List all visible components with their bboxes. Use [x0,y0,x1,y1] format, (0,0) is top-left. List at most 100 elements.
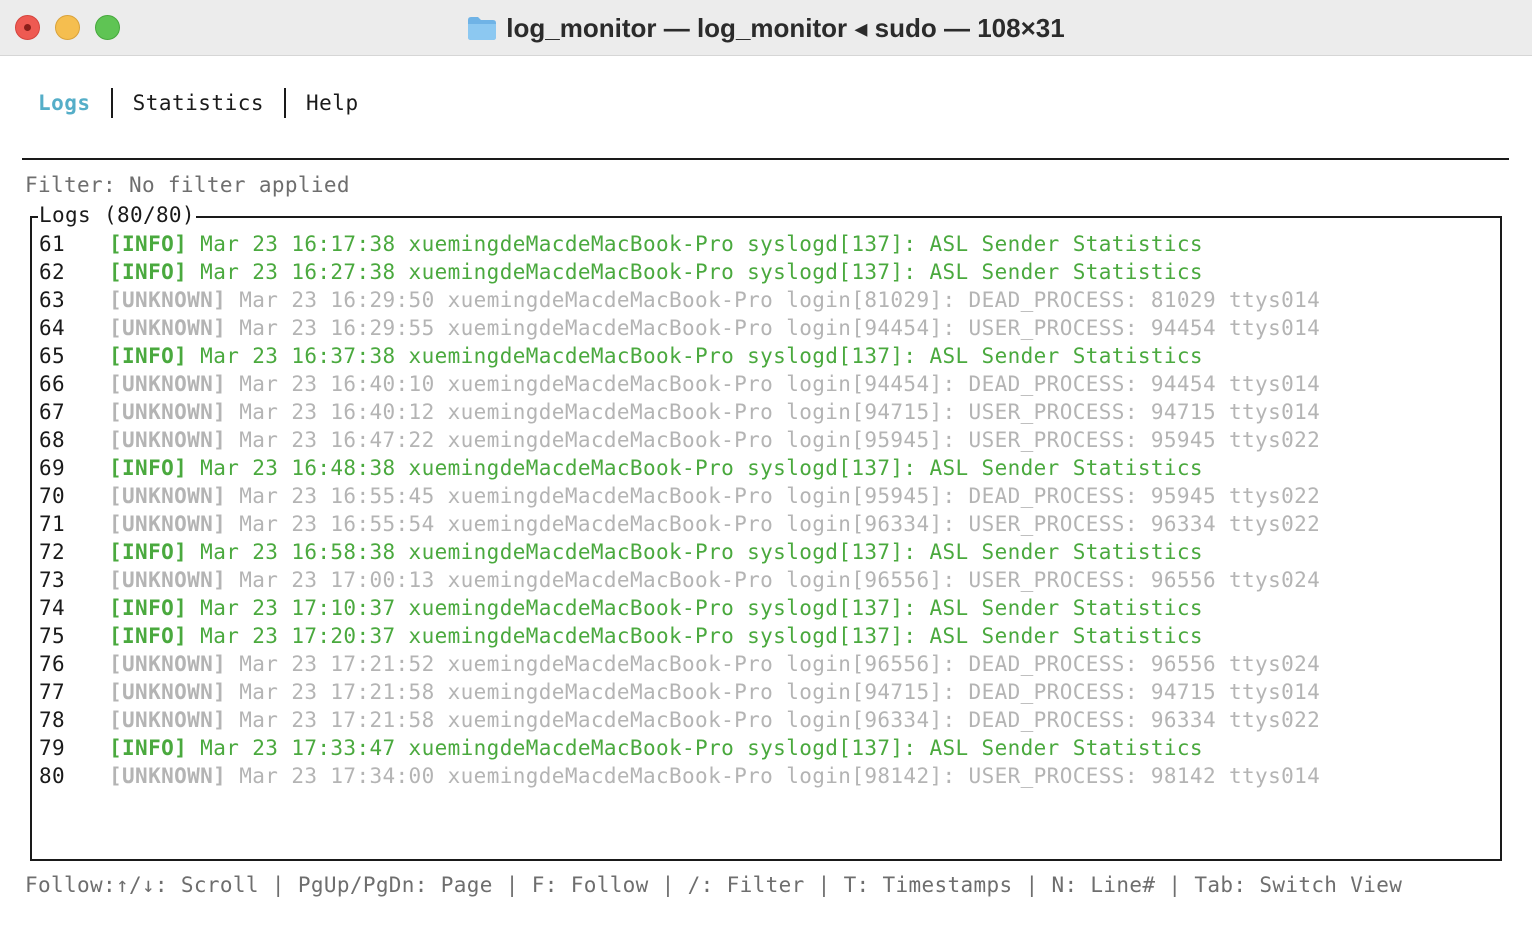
log-level: [UNKNOWN] [109,764,227,788]
log-message: Mar 23 16:27:38 xuemingdeMacdeMacBook-Pr… [200,260,1203,284]
log-row: 71 [UNKNOWN] Mar 23 16:55:54 xuemingdeMac… [39,510,1320,538]
log-row: 67 [UNKNOWN] Mar 23 16:40:12 xuemingdeMac… [39,398,1320,426]
log-row: 77 [UNKNOWN] Mar 23 17:21:58 xuemingdeMac… [39,678,1320,706]
log-row: 68 [UNKNOWN] Mar 23 16:47:22 xuemingdeMac… [39,426,1320,454]
line-number: 78 [39,708,66,732]
log-message: Mar 23 17:21:52 xuemingdeMacdeMacBook-Pr… [239,652,1321,676]
terminal-window: log_monitor — log_monitor ◂ sudo — 108×3… [0,0,1532,938]
log-row: 74 [INFO] Mar 23 17:10:37 xuemingdeMacdeM… [39,594,1320,622]
log-message: Mar 23 17:00:13 xuemingdeMacdeMacBook-Pr… [239,568,1321,592]
log-message: Mar 23 16:40:12 xuemingdeMacdeMacBook-Pr… [239,400,1321,424]
log-row: 76 [UNKNOWN] Mar 23 17:21:52 xuemingdeMac… [39,650,1320,678]
line-number: 67 [39,400,66,424]
log-level: [INFO] [109,736,188,760]
log-level: [INFO] [109,624,188,648]
title-bar[interactable]: log_monitor — log_monitor ◂ sudo — 108×3… [0,0,1532,56]
log-row: 66 [UNKNOWN] Mar 23 16:40:10 xuemingdeMac… [39,370,1320,398]
line-number: 63 [39,288,66,312]
line-number: 73 [39,568,66,592]
log-row: 63 [UNKNOWN] Mar 23 16:29:50 xuemingdeMac… [39,286,1320,314]
log-level: [INFO] [109,260,188,284]
log-level: [INFO] [109,596,188,620]
log-message: Mar 23 16:55:45 xuemingdeMacdeMacBook-Pr… [239,484,1321,508]
log-level: [UNKNOWN] [109,400,227,424]
line-number: 64 [39,316,66,340]
line-number: 69 [39,456,66,480]
log-message: Mar 23 16:55:54 xuemingdeMacdeMacBook-Pr… [239,512,1321,536]
tab-statistics[interactable]: Statistics [133,91,264,115]
log-row: 80 [UNKNOWN] Mar 23 17:34:00 xuemingdeMac… [39,762,1320,790]
log-row: 64 [UNKNOWN] Mar 23 16:29:55 xuemingdeMac… [39,314,1320,342]
line-number: 76 [39,652,66,676]
line-number: 62 [39,260,66,284]
divider [22,158,1509,160]
line-number: 80 [39,764,66,788]
log-message: Mar 23 16:40:10 xuemingdeMacdeMacBook-Pr… [239,372,1321,396]
tab-separator [110,88,113,118]
logs-panel[interactable]: Logs (80/80) 61 [INFO] Mar 23 16:17:38 xu… [30,203,1502,861]
log-message: Mar 23 16:29:50 xuemingdeMacdeMacBook-Pr… [239,288,1321,312]
filter-status: Filter: No filter applied [25,173,350,197]
log-level: [UNKNOWN] [109,372,227,396]
log-row: 62 [INFO] Mar 23 16:27:38 xuemingdeMacdeM… [39,258,1320,286]
folder-icon [467,15,497,41]
line-number: 66 [39,372,66,396]
keybinding-help: Follow:↑/↓: Scroll | PgUp/PgDn: Page | F… [25,873,1403,897]
log-message: Mar 23 17:20:37 xuemingdeMacdeMacBook-Pr… [200,624,1203,648]
log-row: 78 [UNKNOWN] Mar 23 17:21:58 xuemingdeMac… [39,706,1320,734]
log-message: Mar 23 16:37:38 xuemingdeMacdeMacBook-Pr… [200,344,1203,368]
window-title: log_monitor — log_monitor ◂ sudo — 108×3… [506,12,1065,43]
log-level: [UNKNOWN] [109,484,227,508]
log-row: 79 [INFO] Mar 23 17:33:47 xuemingdeMacdeM… [39,734,1320,762]
log-message: Mar 23 17:21:58 xuemingdeMacdeMacBook-Pr… [239,708,1321,732]
log-row: 72 [INFO] Mar 23 16:58:38 xuemingdeMacdeM… [39,538,1320,566]
line-number: 61 [39,232,66,256]
log-message: Mar 23 16:58:38 xuemingdeMacdeMacBook-Pr… [200,540,1203,564]
logs-panel-title: Logs (80/80) [38,203,196,227]
tab-help[interactable]: Help [306,91,359,115]
log-row: 73 [UNKNOWN] Mar 23 17:00:13 xuemingdeMac… [39,566,1320,594]
log-level: [UNKNOWN] [109,288,227,312]
line-number: 68 [39,428,66,452]
line-number: 77 [39,680,66,704]
line-number: 74 [39,596,66,620]
line-number: 71 [39,512,66,536]
log-level: [INFO] [109,344,188,368]
log-level: [INFO] [109,232,188,256]
terminal-content[interactable]: Logs Statistics Help Filter: No filter a… [0,57,1532,938]
log-message: Mar 23 16:48:38 xuemingdeMacdeMacBook-Pr… [200,456,1203,480]
view-tabs: Logs Statistics Help [38,87,359,119]
log-level: [UNKNOWN] [109,512,227,536]
log-message: Mar 23 16:29:55 xuemingdeMacdeMacBook-Pr… [239,316,1321,340]
line-number: 79 [39,736,66,760]
log-message: Mar 23 16:17:38 xuemingdeMacdeMacBook-Pr… [200,232,1203,256]
line-number: 75 [39,624,66,648]
log-message: Mar 23 17:33:47 xuemingdeMacdeMacBook-Pr… [200,736,1203,760]
log-message: Mar 23 17:21:58 xuemingdeMacdeMacBook-Pr… [239,680,1321,704]
log-list[interactable]: 61 [INFO] Mar 23 16:17:38 xuemingdeMacdeM… [39,230,1320,790]
log-row: 65 [INFO] Mar 23 16:37:38 xuemingdeMacdeM… [39,342,1320,370]
log-level: [INFO] [109,540,188,564]
log-row: 69 [INFO] Mar 23 16:48:38 xuemingdeMacdeM… [39,454,1320,482]
line-number: 65 [39,344,66,368]
tab-logs[interactable]: Logs [38,91,91,115]
log-level: [UNKNOWN] [109,428,227,452]
log-level: [UNKNOWN] [109,316,227,340]
tab-separator [284,88,287,118]
